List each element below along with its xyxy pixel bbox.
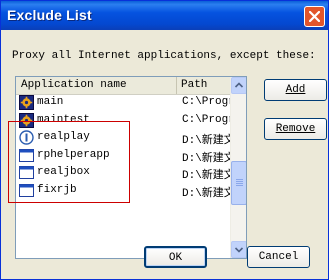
list-item[interactable]: realplay D:\新建文 [16,129,232,147]
app-name: realplay [37,131,90,143]
add-button-label: Add [285,84,306,96]
arrow-down-icon [234,247,244,253]
title-bar[interactable]: Exclude List [1,1,328,30]
scroll-up-button[interactable] [231,77,246,94]
cancel-button-label: Cancel [258,251,299,263]
list-item[interactable]: fixrjb D:\新建文 [16,182,232,200]
app-path: D:\新建文 [182,152,232,165]
app-name: main [37,96,64,108]
application-list[interactable]: Application name Path main C:\Progra [15,76,247,259]
arrow-up-icon [234,82,244,88]
app-name: fixrjb [37,183,77,196]
vertical-scrollbar[interactable] [230,77,246,258]
app-gear-icon [19,95,34,110]
column-header-path[interactable]: Path [178,77,230,94]
list-header: Application name Path [16,77,246,95]
add-button[interactable]: Add [264,79,327,101]
app-name: maintest [37,113,90,126]
column-header-application-name[interactable]: Application name [16,77,177,94]
exclude-list-dialog: Exclude List Proxy all Internet applicat… [0,0,329,280]
scroll-thumb[interactable] [231,161,246,205]
grip-line [236,185,243,186]
app-path: D:\新建文 [182,170,232,182]
app-name: realjbox [37,166,90,178]
app-name: rphelperapp [37,148,110,161]
window-title: Exclude List [7,7,92,23]
app-path: D:\新建文 [182,187,232,200]
grip-line [236,181,243,182]
app-path: C:\Progra [182,96,232,108]
list-rows: main C:\Progra maintest C:\Progra real [16,94,232,200]
app-path: D:\新建文 [182,135,232,147]
window-app-icon [19,166,34,179]
close-button[interactable] [304,6,325,27]
list-item[interactable]: main C:\Progra [16,94,232,112]
cancel-button[interactable]: Cancel [247,246,310,268]
remove-button[interactable]: Remove [264,118,327,140]
grip-line [236,179,243,180]
close-icon [309,11,320,22]
window-app-icon [19,183,34,197]
list-item[interactable]: rphelperapp D:\新建文 [16,147,232,165]
list-item[interactable]: maintest C:\Progra [16,112,232,130]
ok-button-label: OK [168,252,183,264]
app-gear-icon [19,112,34,128]
remove-button-label: Remove [275,123,316,135]
grip-line [236,183,243,184]
realplayer-icon [19,130,34,145]
ok-button[interactable]: OK [144,246,207,268]
app-path: C:\Progra [182,113,232,126]
scroll-down-button[interactable] [231,241,246,258]
prompt-text: Proxy all Internet applications, except … [12,50,316,62]
list-item[interactable]: realjbox D:\新建文 [16,164,232,182]
window-app-icon [19,148,34,162]
